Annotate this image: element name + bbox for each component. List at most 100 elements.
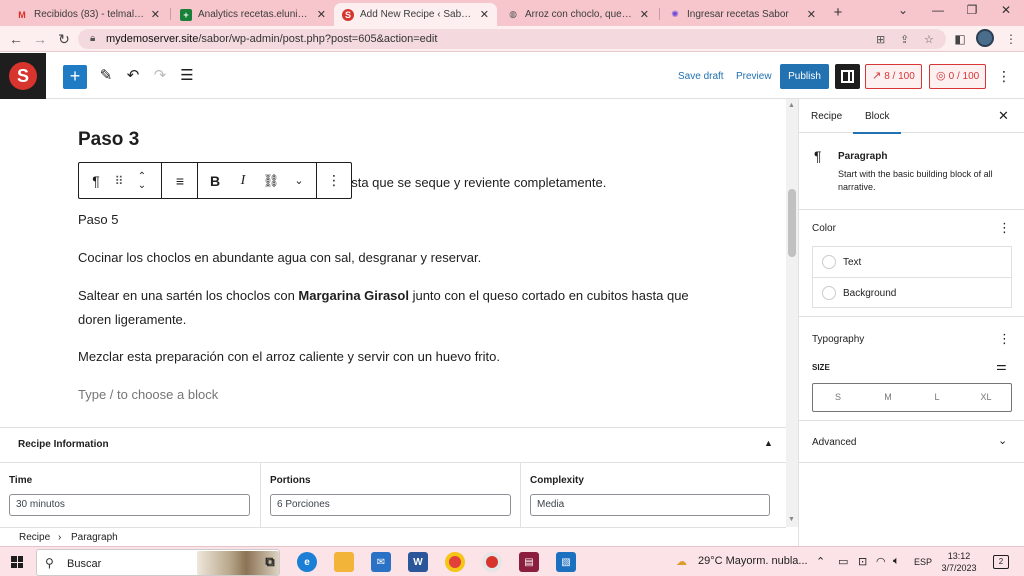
winrar-icon[interactable]: ▤ (519, 552, 539, 572)
close-icon[interactable]: ✕ (151, 8, 160, 21)
browser-tab-arroz[interactable]: ◍ Arroz con choclo, queso y hu ✕ (499, 3, 657, 26)
move-up-down-icon[interactable]: ⌃ ⌄ (131, 163, 153, 198)
color-options-icon[interactable]: ⋮ (998, 220, 1011, 236)
translate-icon[interactable]: ⊞ (876, 33, 885, 46)
portions-input[interactable]: 6 Porciones (270, 494, 511, 516)
undo-icon[interactable]: ↶ (123, 67, 143, 85)
editor-canvas[interactable]: Paso 3 asta que se seque y reviente comp… (0, 99, 786, 427)
scroll-down-arrow-icon[interactable]: ▼ (788, 516, 795, 523)
paragraph-block[interactable]: Saltear en una sartén los choclos con Ma… (78, 284, 718, 332)
typography-options-icon[interactable]: ⋮ (998, 331, 1011, 347)
windows-start-icon[interactable] (11, 556, 23, 568)
chrome-icon[interactable] (445, 552, 465, 572)
italic-icon[interactable]: I (229, 163, 257, 198)
system-clock[interactable]: 13:12 3/7/2023 (939, 550, 979, 574)
browser-tab-analytics[interactable]: + Analytics recetas.eluniverso.c ✕ (172, 3, 334, 26)
options-menu-icon[interactable]: ⋮ (997, 68, 1011, 85)
edge-icon[interactable]: e (297, 552, 317, 572)
link-icon[interactable]: ⛓ (257, 163, 285, 198)
task-view-icon[interactable]: ⧉ (260, 552, 280, 572)
wifi-icon[interactable]: ◠ (876, 555, 886, 568)
text-color-item[interactable]: Text (813, 247, 1011, 277)
block-inserter-button[interactable]: + (63, 65, 87, 89)
editor-scrollbar[interactable]: ▲ ▼ (786, 99, 798, 527)
battery-icon[interactable]: ▭ (838, 555, 848, 568)
weather-text[interactable]: 29°C Mayorm. nubla... (698, 555, 808, 567)
sidebar-panel-icon[interactable]: ◧ (951, 31, 969, 47)
list-view-icon[interactable]: ☰ (177, 67, 197, 85)
back-arrow-icon[interactable]: ← (7, 31, 25, 47)
heading-block[interactable]: Paso 3 (78, 129, 139, 151)
close-icon[interactable]: ✕ (640, 8, 649, 21)
word-icon[interactable]: W (408, 552, 428, 572)
file-explorer-icon[interactable] (334, 552, 354, 572)
paragraph-block-icon[interactable]: ¶ (79, 163, 113, 198)
seo-score-button[interactable]: ↗ 8 / 100 (865, 64, 922, 89)
minimize-button[interactable]: — (928, 3, 948, 17)
photos-icon[interactable]: ▧ (556, 552, 576, 572)
bookmark-star-icon[interactable]: ☆ (924, 33, 934, 46)
close-sidebar-icon[interactable]: ✕ (998, 108, 1009, 124)
tray-chevron-icon[interactable]: ⌃ (816, 555, 825, 568)
size-option-m[interactable]: M (873, 392, 903, 402)
drag-handle-icon[interactable]: ⠿ (109, 163, 129, 198)
reload-icon[interactable]: ↻ (55, 31, 73, 47)
browser-tab-gmail[interactable]: M Recibidos (83) - telmaleonco ✕ (8, 3, 168, 26)
block-appender-placeholder[interactable]: Type / to choose a block (78, 383, 718, 407)
mail-icon[interactable]: ✉ (371, 552, 391, 572)
paragraph-block-selected[interactable]: asta que se seque y reviente completamen… (344, 171, 644, 195)
camera-icon[interactable]: ⊡ (858, 555, 867, 568)
taskbar-search[interactable]: ⚲ Buscar (36, 549, 280, 576)
block-options-icon[interactable]: ⋮ (317, 163, 351, 198)
close-icon[interactable]: ✕ (807, 8, 816, 21)
advanced-panel[interactable]: Advanced ⌄ (799, 421, 1024, 463)
background-color-item[interactable]: Background (813, 277, 1011, 307)
more-formats-chevron-icon[interactable]: ⌄ (285, 163, 313, 198)
publish-button[interactable]: Publish (780, 64, 829, 89)
settings-sidebar-toggle[interactable] (835, 64, 860, 89)
close-icon[interactable]: ✕ (317, 8, 326, 21)
scroll-up-arrow-icon[interactable]: ▲ (788, 102, 795, 109)
window-close-button[interactable]: ✕ (996, 3, 1016, 17)
url-field[interactable]: 🔒︎ mydemoserver.site/sabor/wp-admin/post… (78, 29, 946, 49)
time-input[interactable]: 30 minutos (9, 494, 250, 516)
pencil-tools-icon[interactable]: ✎ (96, 67, 116, 85)
size-option-xl[interactable]: XL (971, 392, 1001, 402)
redo-icon[interactable]: ↷ (150, 67, 170, 85)
size-option-s[interactable]: S (823, 392, 853, 402)
tab-block[interactable]: Block (852, 111, 903, 134)
browser-tab-ingresar[interactable]: ✺ Ingresar recetas Sabor ✕ (661, 3, 824, 26)
tab-recipe[interactable]: Recipe (811, 111, 842, 122)
breadcrumb-item-paragraph[interactable]: Paragraph (71, 532, 118, 543)
align-text-icon[interactable]: ≡ (162, 163, 198, 198)
browser-menu-icon[interactable]: ⋮ (1002, 31, 1020, 47)
readability-score-button[interactable]: ◎ 0 / 100 (929, 64, 987, 89)
recipe-information-title[interactable]: Recipe Information (18, 439, 109, 450)
paragraph-block[interactable]: Paso 5 (78, 208, 718, 232)
scrollbar-thumb[interactable] (788, 189, 796, 257)
paragraph-block[interactable]: Cocinar los choclos en abundante agua co… (78, 246, 718, 270)
language-indicator[interactable]: ESP (914, 557, 932, 567)
share-icon[interactable]: ⇪ (900, 33, 909, 46)
collapse-caret-icon[interactable]: ▲ (764, 438, 773, 448)
new-tab-button[interactable]: + (828, 4, 848, 21)
preview-button[interactable]: Preview (736, 71, 772, 82)
bold-icon[interactable]: B (201, 163, 229, 198)
browser-tab-add-recipe[interactable]: S Add New Recipe ‹ Sabor — W ✕ (334, 3, 497, 26)
typography-panel: Typography ⋮ SIZE ⚌ S M L XL (799, 317, 1024, 421)
volume-icon[interactable]: 🔈︎ (893, 555, 900, 568)
custom-size-sliders-icon[interactable]: ⚌ (996, 359, 1007, 373)
notifications-icon[interactable]: 2 (993, 555, 1009, 569)
profile-avatar[interactable] (976, 29, 994, 47)
restore-button[interactable]: ❐ (962, 3, 982, 17)
site-logo[interactable]: S (0, 53, 46, 99)
save-draft-button[interactable]: Save draft (678, 71, 724, 82)
tab-search-chevron-icon[interactable]: ⌄ (893, 3, 913, 17)
chrome-profile-icon[interactable] (482, 552, 502, 572)
close-icon[interactable]: ✕ (480, 8, 489, 21)
paragraph-block[interactable]: Mezclar esta preparación con el arroz ca… (78, 345, 718, 369)
size-option-l[interactable]: L (922, 392, 952, 402)
breadcrumb-item-recipe[interactable]: Recipe (19, 532, 50, 543)
forward-arrow-icon[interactable]: → (31, 31, 49, 47)
complexity-input[interactable]: Media (530, 494, 770, 516)
